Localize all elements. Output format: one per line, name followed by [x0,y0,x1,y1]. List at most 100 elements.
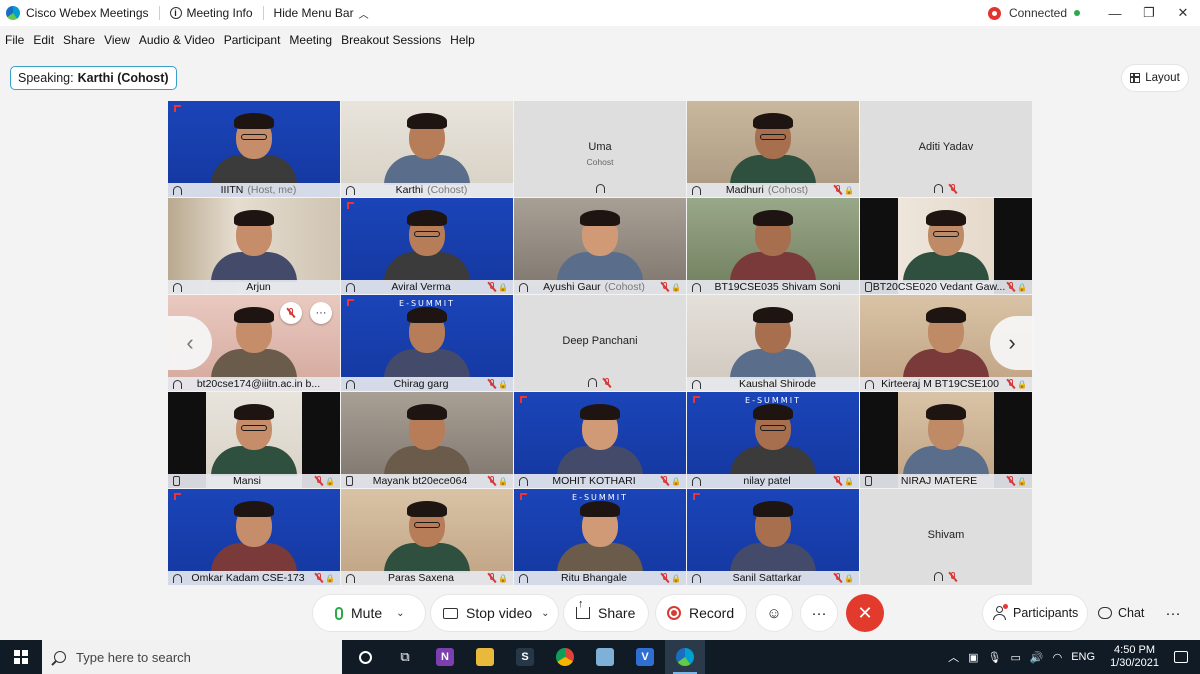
participant-tile[interactable]: Aviral Verma 🔒 [341,198,513,294]
participant-tile[interactable]: IIITN (Host, me) [168,101,340,197]
vs-app[interactable]: V [625,640,665,674]
participant-name: Madhuri (Cohost) [701,184,833,196]
participant-tile[interactable]: Aditi Yadav [860,101,1032,197]
notepad-app[interactable] [585,640,625,674]
stop-video-button[interactable]: Stop video ⌄ [431,595,558,631]
start-button[interactable] [0,640,42,674]
headset-icon [519,573,528,583]
headset-icon [692,282,701,292]
participant-name: Arjun [182,281,335,293]
participant-tile[interactable]: Uma Cohost [514,101,686,197]
participants-icon [993,604,1008,620]
participant-tile[interactable]: Mayank bt20ece064 🔒 [341,392,513,488]
panel-more-button[interactable]: ··· [1155,595,1191,631]
menu-edit[interactable]: Edit [33,33,54,47]
lock-icon: 🔒 [1017,379,1027,389]
chevron-up-icon[interactable]: ︿ [948,649,959,665]
participant-tile[interactable]: Madhuri (Cohost) 🔒 [687,101,859,197]
layout-button[interactable]: Layout [1122,65,1188,91]
participant-tile[interactable]: E-SUMMIT Ritu Bhangale 🔒 [514,489,686,585]
participant-tile[interactable]: Paras Saxena 🔒 [341,489,513,585]
participant-tile[interactable]: Shivam [860,489,1032,585]
leave-meeting-button[interactable]: ✕ [846,594,884,632]
clock[interactable]: 4:50 PM 1/30/2021 [1110,644,1159,670]
task-view-button[interactable]: ⧉ [385,640,425,674]
menu-participant[interactable]: Participant [224,33,281,47]
participant-tile[interactable]: Kaushal Shirode [687,295,859,391]
participant-tile[interactable]: Ayushi Gaur (Cohost) 🔒 [514,198,686,294]
record-icon [667,606,681,620]
menu-view[interactable]: View [104,33,130,47]
camera-icon [443,607,458,619]
menu-meeting[interactable]: Meeting [289,33,332,47]
hide-menu-bar-button[interactable]: Hide Menu Bar ︿ [274,6,369,21]
file-explorer-app[interactable] [465,640,505,674]
lock-icon: 🔒 [671,573,681,583]
participant-status-icons [860,572,1032,582]
participant-tile[interactable]: Karthi (Cohost) [341,101,513,197]
headset-icon [588,378,597,387]
participant-tile[interactable]: E-SUMMIT nilay patel 🔒 [687,392,859,488]
menu-audio-video[interactable]: Audio & Video [139,33,215,47]
close-window-button[interactable]: ✕ [1166,0,1200,26]
participant-tile[interactable]: BT19CSE035 Shivam Soni [687,198,859,294]
share-button[interactable]: Share [564,595,648,631]
participant-tile[interactable]: Omkar Kadam CSE-173 🔒 [168,489,340,585]
participant-name: NIRAJ MATERE [872,475,1006,487]
webex-app[interactable] [665,640,705,674]
mute-button[interactable]: Mute ⌄ [313,595,425,631]
participant-name-text: bt20cse174@iiitn.ac.in b... [196,378,321,390]
s-app[interactable]: S [505,640,545,674]
participant-label: Sanil Sattarkar 🔒 [687,571,859,585]
participant-video [211,404,297,476]
volume-icon[interactable]: 🔊 [1030,651,1044,664]
cortana-button[interactable] [345,640,385,674]
participant-more-button[interactable]: ··· [310,302,332,324]
notepad-icon [596,648,614,666]
reactions-button[interactable]: ☺ [756,595,792,631]
webex-logo-icon [6,6,20,20]
chevron-down-icon[interactable]: ⌄ [396,608,404,619]
minimize-button[interactable]: — [1098,0,1132,26]
onenote-app[interactable]: N [425,640,465,674]
battery-icon[interactable]: ▭ [1011,651,1021,664]
participant-tile[interactable]: Mansi 🔒 [168,392,340,488]
mic-muted-icon [948,572,958,582]
chevron-down-icon[interactable]: ⌄ [541,608,549,619]
mic-muted-icon [660,282,670,292]
more-options-button[interactable]: ··· [801,595,837,631]
language-indicator[interactable]: ENG [1071,651,1095,663]
menu-help[interactable]: Help [450,33,475,47]
participant-name: Deep Panchani [562,335,638,347]
participant-video [384,113,470,185]
record-button[interactable]: Record [656,595,746,631]
menu-file[interactable]: File [5,33,24,47]
windows-logo-icon [14,650,28,664]
participant-label: Kirteeraj M BT19CSE100 🔒 [860,377,1032,391]
microphone-tray-icon[interactable]: 🎙 [988,651,1002,664]
taskbar-search[interactable]: Type here to search [42,640,342,674]
mic-muted-icon [660,476,670,486]
participant-tile[interactable]: Sanil Sattarkar 🔒 [687,489,859,585]
chrome-app[interactable] [545,640,585,674]
participants-button[interactable]: Participants [983,595,1087,631]
participant-tile[interactable]: MOHIT KOTHARI 🔒 [514,392,686,488]
notifications-icon[interactable] [1174,651,1188,663]
participant-name: BT20CSE020 Vedant Gaw... [872,281,1006,293]
participant-tile[interactable]: E-SUMMIT Chirag garg 🔒 [341,295,513,391]
meeting-info-button[interactable]: i Meeting Info [169,6,253,20]
participant-tile[interactable]: NIRAJ MATERE 🔒 [860,392,1032,488]
meet-now-icon[interactable]: ▣ [968,651,978,664]
wifi-icon[interactable]: ◠ [1053,651,1063,664]
participant-label: Kaushal Shirode [687,377,859,391]
participant-tile[interactable]: Deep Panchani [514,295,686,391]
event-logo-icon [174,493,181,500]
headset-icon [346,379,355,389]
menu-share[interactable]: Share [63,33,95,47]
restore-button[interactable]: ❐ [1132,0,1166,26]
participant-tile[interactable]: Arjun [168,198,340,294]
participant-tile[interactable]: BT20CSE020 Vedant Gaw... 🔒 [860,198,1032,294]
chat-button[interactable]: Chat [1090,595,1154,631]
menu-breakout-sessions[interactable]: Breakout Sessions [341,33,441,47]
mute-participant-button[interactable] [280,302,302,324]
